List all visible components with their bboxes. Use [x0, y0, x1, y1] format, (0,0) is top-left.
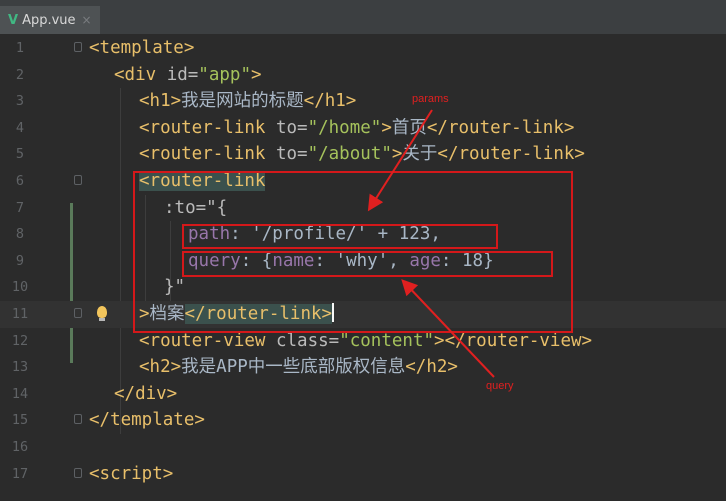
params-arrow: [367, 109, 433, 212]
query-arrow: [401, 279, 495, 378]
annotation-arrows: [367, 109, 495, 378]
